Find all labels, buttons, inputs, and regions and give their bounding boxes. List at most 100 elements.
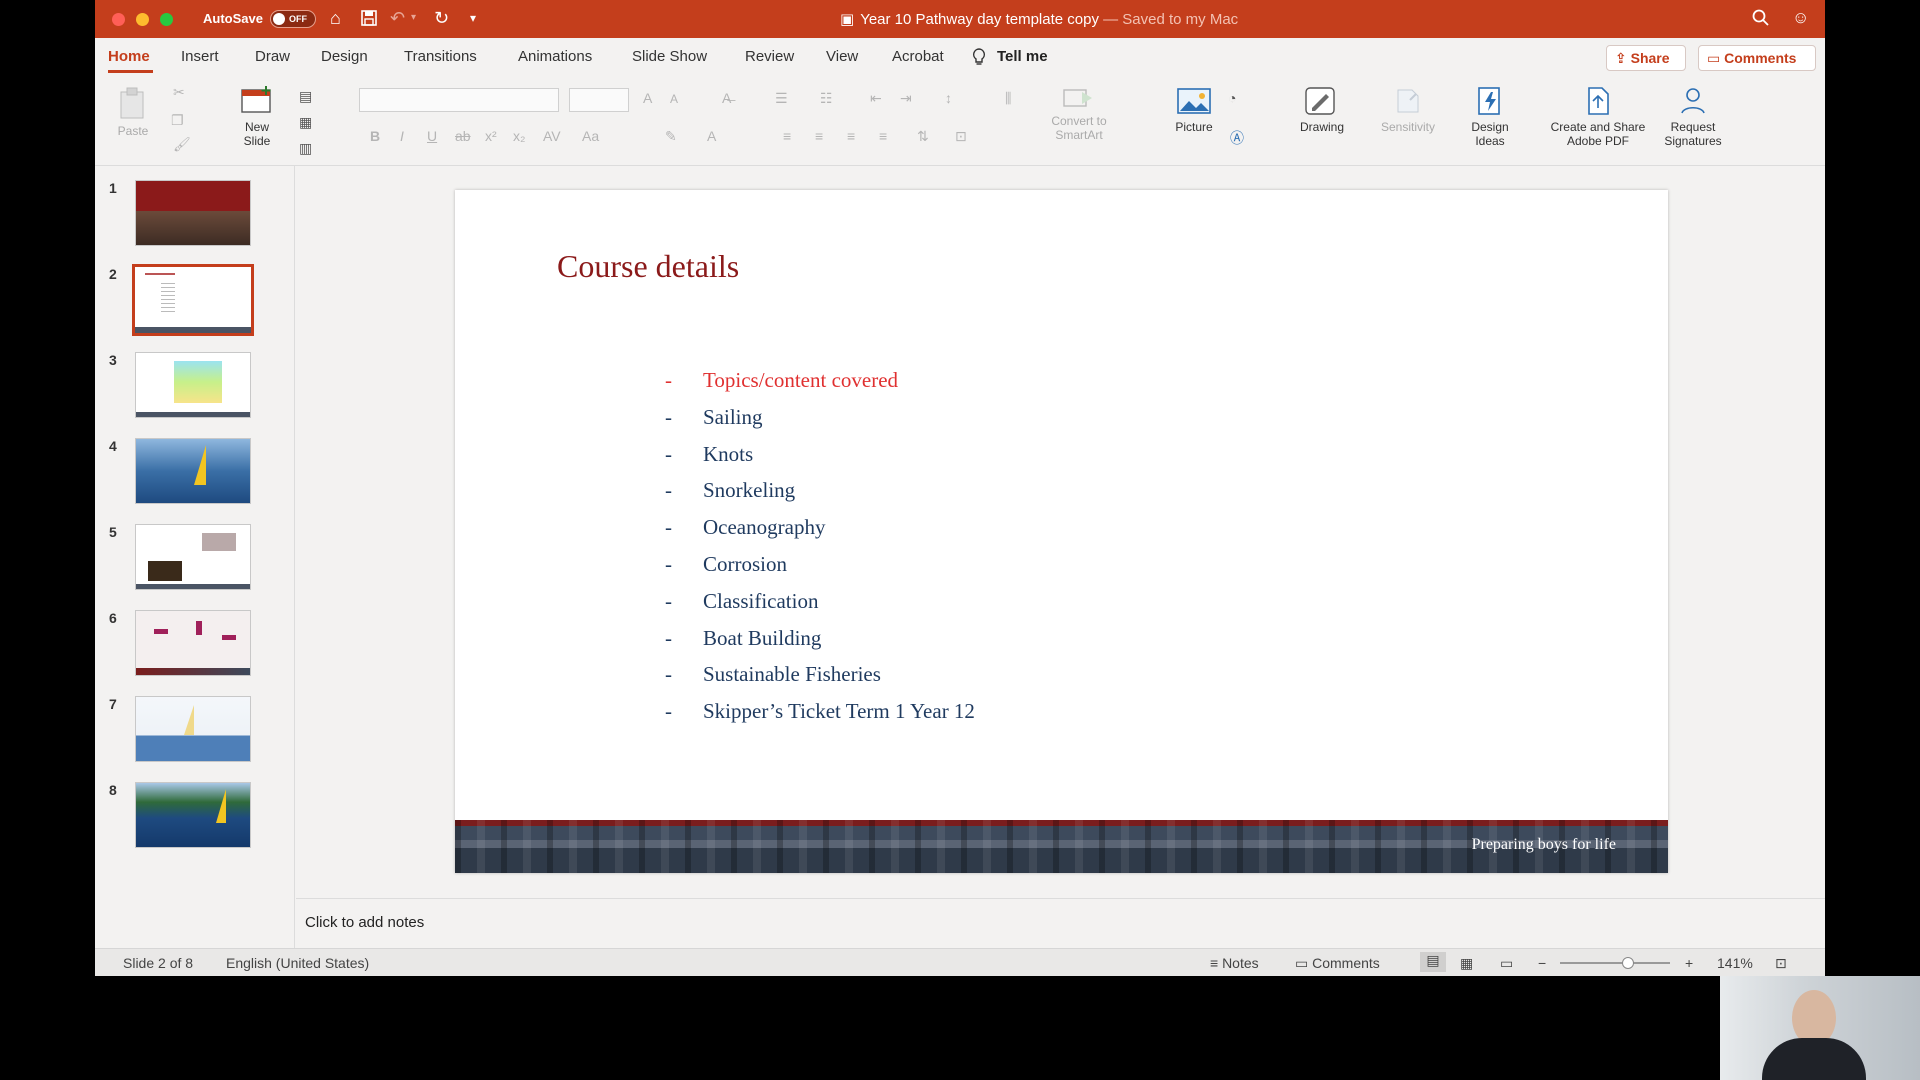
create-share-adobe-pdf-button[interactable]: Create and Share Adobe PDF: [1543, 86, 1653, 148]
increase-font-size-icon[interactable]: A: [643, 90, 652, 106]
paste-button[interactable]: Paste: [113, 86, 153, 138]
slide-thumbnail-7[interactable]: [135, 696, 251, 762]
minimize-window-button[interactable]: [136, 13, 149, 26]
highlight-icon[interactable]: ✎: [665, 128, 677, 145]
shapes-icon[interactable]: ◔: [1228, 90, 1236, 106]
change-case-icon[interactable]: Aa: [582, 128, 599, 144]
notes-toggle-button[interactable]: ≡ Notes: [1210, 955, 1259, 971]
request-signatures-button[interactable]: Request Signatures: [1655, 86, 1731, 148]
strikethrough-icon[interactable]: ab: [455, 128, 471, 144]
share-button[interactable]: ⇪ Share: [1606, 45, 1686, 71]
zoom-slider[interactable]: [1560, 957, 1670, 969]
slide-thumbnail-2[interactable]: [132, 264, 254, 336]
slide-thumbnail-5[interactable]: [135, 524, 251, 590]
font-color-icon[interactable]: A: [707, 128, 716, 144]
smiley-feedback-icon[interactable]: ☺: [1792, 8, 1809, 28]
tab-home[interactable]: Home: [108, 48, 150, 65]
slide-canvas[interactable]: Course details - Topics/content covered -…: [455, 190, 1668, 873]
slide-thumbnail-4[interactable]: [135, 438, 251, 504]
align-left-icon[interactable]: ≡: [783, 128, 791, 144]
tab-view[interactable]: View: [826, 48, 858, 65]
slide-thumbnail-8[interactable]: [135, 782, 251, 848]
notes-pane[interactable]: Click to add notes: [296, 898, 1825, 948]
signature-icon: [1681, 88, 1705, 114]
language-indicator[interactable]: English (United States): [226, 955, 369, 971]
slide-thumbnail-3[interactable]: [135, 352, 251, 418]
zoom-in-icon[interactable]: +: [1685, 955, 1693, 971]
zoom-level[interactable]: 141%: [1717, 955, 1753, 971]
home-icon[interactable]: ⌂: [330, 8, 341, 28]
increase-indent-icon[interactable]: ⇥: [900, 90, 912, 107]
tab-acrobat[interactable]: Acrobat: [892, 48, 944, 65]
reading-view-icon[interactable]: ▭: [1500, 955, 1513, 972]
decrease-indent-icon[interactable]: ⇤: [870, 90, 882, 107]
superscript-icon[interactable]: x²: [485, 128, 497, 144]
sensitivity-button[interactable]: Sensitivity: [1373, 86, 1443, 134]
slide-sorter-icon[interactable]: ▦: [1460, 955, 1473, 972]
picture-button[interactable]: Picture: [1169, 86, 1219, 134]
text-box-icon[interactable]: Ⓐ: [1230, 128, 1244, 148]
line-spacing-icon[interactable]: ↕: [945, 90, 952, 106]
tab-animations[interactable]: Animations: [518, 48, 592, 65]
new-slide-button[interactable]: New Slide: [235, 86, 279, 148]
underline-icon[interactable]: U: [427, 128, 437, 144]
bullets-icon[interactable]: ☰: [775, 90, 788, 107]
layout-icon[interactable]: ▤: [299, 88, 312, 105]
italic-icon[interactable]: I: [400, 128, 404, 144]
slide-bullet-list[interactable]: - Topics/content covered - Sailing - Knots …: [665, 367, 975, 735]
new-slide-icon: [241, 86, 271, 113]
undo-dropdown-icon[interactable]: ▾: [411, 8, 416, 28]
drawing-button[interactable]: Drawing: [1293, 86, 1351, 134]
design-ideas-label-2: Ideas: [1475, 134, 1505, 148]
justify-icon[interactable]: ≡: [879, 128, 887, 144]
tab-draw[interactable]: Draw: [255, 48, 290, 65]
redo-icon[interactable]: ↻: [434, 8, 449, 28]
webcam-video-overlay: [1720, 976, 1920, 1080]
close-window-button[interactable]: [112, 13, 125, 26]
tell-me-search[interactable]: Tell me: [997, 48, 1048, 65]
fit-to-window-icon[interactable]: ⊡: [1775, 955, 1787, 972]
slide-title[interactable]: Course details: [557, 248, 739, 285]
lightbulb-icon: [972, 48, 986, 70]
align-right-icon[interactable]: ≡: [847, 128, 855, 144]
cut-icon[interactable]: ✂: [173, 84, 185, 101]
font-size-select[interactable]: [569, 88, 629, 112]
save-icon[interactable]: [360, 8, 378, 31]
bold-icon[interactable]: B: [370, 128, 380, 144]
convert-to-smartart-button[interactable]: Convert to SmartArt: [1041, 86, 1117, 142]
align-text-icon[interactable]: ⊡: [955, 128, 967, 145]
zoom-out-icon[interactable]: −: [1538, 955, 1546, 971]
subscript-icon[interactable]: x₂: [513, 128, 525, 144]
reset-slide-icon[interactable]: ▦: [299, 114, 312, 131]
normal-view-icon[interactable]: ▤: [1420, 952, 1446, 972]
clear-formatting-icon[interactable]: A̶: [722, 90, 731, 106]
tab-insert[interactable]: Insert: [181, 48, 219, 65]
text-direction-icon[interactable]: ⇅: [917, 128, 929, 145]
columns-icon[interactable]: ⫼: [1005, 90, 1011, 107]
font-family-select[interactable]: [359, 88, 559, 112]
slide-thumbnail-6[interactable]: [135, 610, 251, 676]
character-spacing-icon[interactable]: AV: [543, 128, 561, 144]
zoom-slider-thumb[interactable]: [1622, 957, 1634, 969]
comments-toggle-button[interactable]: ▭ Comments: [1295, 955, 1380, 972]
tab-review[interactable]: Review: [745, 48, 794, 65]
numbering-icon[interactable]: ☷: [820, 90, 833, 107]
search-icon[interactable]: [1752, 8, 1769, 31]
autosave-toggle[interactable]: OFF: [270, 10, 316, 28]
align-center-icon[interactable]: ≡: [815, 128, 823, 144]
section-icon[interactable]: ▥: [299, 140, 312, 157]
copy-icon[interactable]: ❐: [171, 112, 184, 129]
format-painter-icon[interactable]: 🖌: [173, 136, 191, 153]
comments-button[interactable]: ▭ Comments: [1698, 45, 1816, 71]
slide-thumbnail-1[interactable]: [135, 180, 251, 246]
tab-slide-show[interactable]: Slide Show: [632, 48, 707, 65]
sensitivity-label: Sensitivity: [1380, 120, 1436, 134]
customize-toolbar-icon[interactable]: ▾: [470, 8, 476, 28]
tab-transitions[interactable]: Transitions: [404, 48, 477, 65]
maximize-window-button[interactable]: [160, 13, 173, 26]
design-ideas-button[interactable]: Design Ideas: [1465, 86, 1515, 148]
tab-design[interactable]: Design: [321, 48, 368, 65]
undo-icon[interactable]: ↶: [390, 8, 405, 28]
decrease-font-size-icon[interactable]: A: [670, 92, 678, 106]
ribbon-tabs: Home Insert Draw Design Transitions Anim…: [95, 38, 1825, 74]
